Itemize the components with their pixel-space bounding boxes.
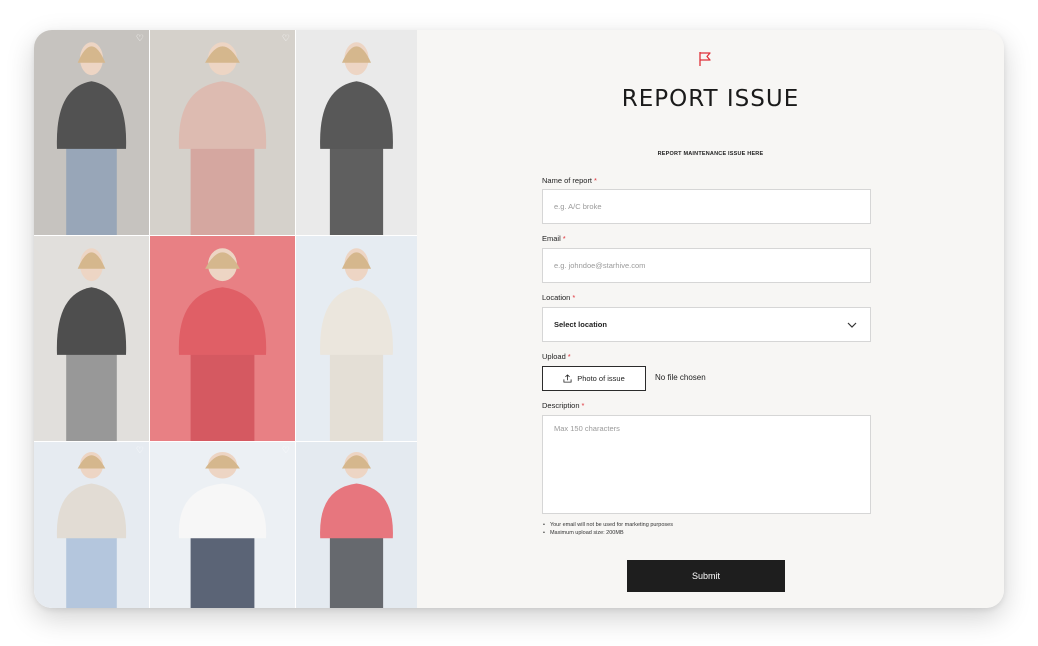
submit-button[interactable]: Submit	[627, 560, 785, 592]
photo-black-sweater[interactable]	[296, 30, 417, 235]
email-label: Email *	[542, 234, 566, 243]
fashion-gallery: ♡ ♡ ♡ ♡	[34, 30, 417, 608]
photo-cream-sweater[interactable]	[296, 236, 417, 441]
name-placeholder: e.g. A/C broke	[554, 202, 602, 211]
flag-icon	[699, 52, 711, 66]
upload-button-label: Photo of issue	[577, 374, 625, 383]
email-input[interactable]: e.g. johndoe@starhive.com	[542, 248, 871, 283]
required-mark: *	[581, 401, 585, 410]
form-notes: Your email will not be used for marketin…	[542, 522, 673, 537]
description-label: Description *	[542, 401, 584, 410]
name-of-report-input[interactable]: e.g. A/C broke	[542, 189, 871, 224]
upload-label-text: Upload	[542, 352, 566, 361]
description-textarea[interactable]: Max 150 characters	[542, 415, 871, 514]
location-selected-value: Select location	[554, 320, 607, 329]
email-label-text: Email	[542, 234, 561, 243]
page-title: REPORT ISSUE	[621, 86, 800, 112]
report-card: ♡ ♡ ♡ ♡ REPORT ISSUE REPORT MAINTENANCE ISS…	[34, 30, 1004, 608]
note-marketing: Your email will not be used for marketin…	[542, 522, 673, 530]
required-mark: *	[567, 352, 571, 361]
required-mark: *	[572, 293, 576, 302]
name-label-text: Name of report	[542, 176, 593, 185]
photo-white-shirt[interactable]: ♡	[150, 442, 295, 608]
page-subtitle: REPORT MAINTENANCE ISSUE HERE	[657, 151, 764, 157]
description-label-text: Description	[542, 401, 580, 410]
report-form-panel: REPORT ISSUE REPORT MAINTENANCE ISSUE HE…	[417, 30, 1004, 608]
location-select[interactable]: Select location	[542, 307, 871, 342]
location-label: Location *	[542, 293, 575, 302]
heart-icon[interactable]: ♡	[136, 34, 144, 43]
photo-black-blazer[interactable]: ♡	[34, 30, 149, 235]
upload-label: Upload *	[542, 352, 571, 361]
required-mark: *	[562, 234, 566, 243]
heart-icon[interactable]: ♡	[136, 446, 144, 455]
upload-icon	[563, 374, 572, 383]
heart-icon[interactable]: ♡	[282, 446, 290, 455]
upload-photo-button[interactable]: Photo of issue	[542, 366, 646, 391]
description-placeholder: Max 150 characters	[554, 424, 620, 433]
note-upload-size: Maximum upload size: 200MB	[542, 530, 673, 538]
heart-icon[interactable]: ♡	[282, 34, 290, 43]
name-label: Name of report *	[542, 176, 597, 185]
chevron-down-icon	[847, 322, 857, 328]
email-placeholder: e.g. johndoe@starhive.com	[554, 261, 646, 270]
required-mark: *	[594, 176, 597, 185]
photo-pink-suit[interactable]: ♡	[150, 30, 295, 235]
location-label-text: Location	[542, 293, 571, 302]
photo-red-jacket[interactable]	[150, 236, 295, 441]
photo-black-cardigan[interactable]	[34, 236, 149, 441]
photo-beige-turtleneck[interactable]: ♡	[34, 442, 149, 608]
photo-red-sweater[interactable]	[296, 442, 417, 608]
file-status: No file chosen	[655, 373, 706, 382]
